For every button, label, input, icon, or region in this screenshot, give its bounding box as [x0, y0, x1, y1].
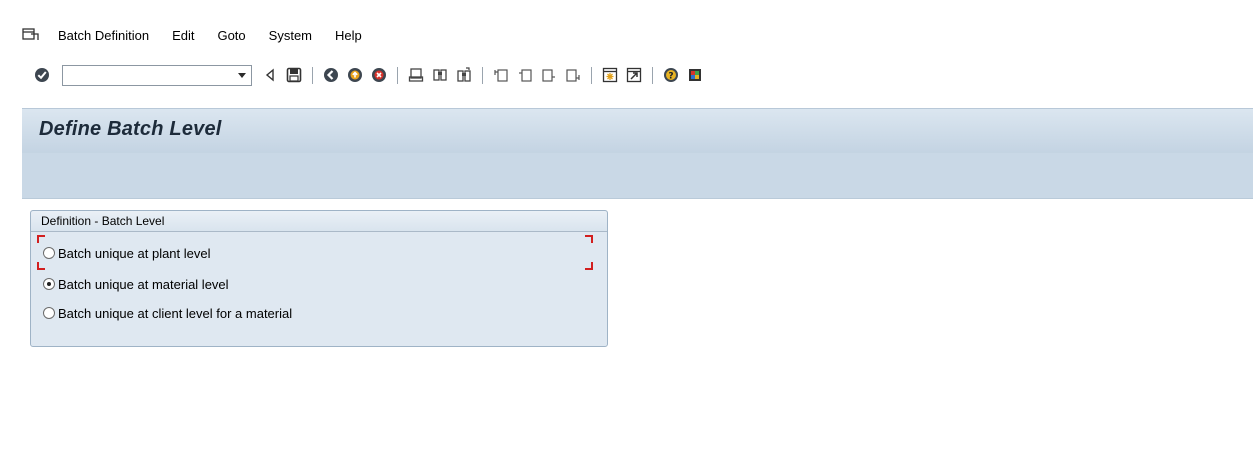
- help-icon[interactable]: ?: [661, 65, 681, 85]
- print-icon[interactable]: [406, 65, 426, 85]
- toolbar-separator: [312, 66, 313, 84]
- toolbar-separator: [482, 66, 483, 84]
- application-toolbar: [22, 153, 1253, 199]
- focus-corner-marker: [585, 235, 593, 243]
- menu-help[interactable]: Help: [335, 28, 362, 43]
- customize-layout-icon[interactable]: [685, 65, 705, 85]
- save-icon[interactable]: [284, 65, 304, 85]
- focus-corner-marker: [585, 262, 593, 270]
- menu-system[interactable]: System: [269, 28, 312, 43]
- radio-client-level[interactable]: [43, 307, 55, 319]
- option-label: Batch unique at client level for a mater…: [58, 305, 293, 321]
- shortcut-icon[interactable]: [624, 65, 644, 85]
- menu-goto[interactable]: Goto: [217, 28, 245, 43]
- batch-level-group: Definition - Batch Level Batch unique at…: [30, 210, 608, 347]
- standard-toolbar: ?: [8, 62, 1253, 88]
- enter-icon[interactable]: [32, 65, 52, 85]
- toolbar-separator: [397, 66, 398, 84]
- option-client-level[interactable]: Batch unique at client level for a mater…: [43, 302, 292, 324]
- radio-material-level[interactable]: [43, 278, 55, 290]
- create-session-icon[interactable]: [600, 65, 620, 85]
- command-field[interactable]: [62, 64, 252, 86]
- toolbar-separator: [591, 66, 592, 84]
- back-arrow-icon[interactable]: [260, 65, 280, 85]
- menu-edit[interactable]: Edit: [172, 28, 194, 43]
- radio-plant-level[interactable]: [43, 247, 55, 259]
- group-title: Definition - Batch Level: [31, 211, 607, 232]
- last-page-icon[interactable]: [563, 65, 583, 85]
- option-label: Batch unique at material level: [58, 276, 229, 292]
- page-title: Define Batch Level: [39, 118, 222, 140]
- option-plant-level[interactable]: Batch unique at plant level: [43, 242, 211, 264]
- back-icon[interactable]: [321, 65, 341, 85]
- sap-window: Batch Definition Edit Goto System Help ?…: [8, 0, 1253, 460]
- find-next-icon[interactable]: [454, 65, 474, 85]
- menu-toggle-icon[interactable]: [22, 28, 40, 42]
- option-material-level[interactable]: Batch unique at material level: [43, 273, 229, 295]
- command-input[interactable]: [65, 66, 229, 86]
- next-page-icon[interactable]: [539, 65, 559, 85]
- svg-text:?: ?: [668, 72, 673, 82]
- menu-batch-definition[interactable]: Batch Definition: [58, 28, 149, 43]
- exit-icon[interactable]: [345, 65, 365, 85]
- cancel-icon[interactable]: [369, 65, 389, 85]
- option-label: Batch unique at plant level: [58, 245, 211, 261]
- toolbar-separator: [652, 66, 653, 84]
- menu-bar: Batch Definition Edit Goto System Help: [8, 22, 1253, 48]
- chevron-down-icon[interactable]: [238, 72, 246, 78]
- previous-page-icon[interactable]: [515, 65, 535, 85]
- find-icon[interactable]: [430, 65, 450, 85]
- first-page-icon[interactable]: [491, 65, 511, 85]
- screen-title-bar: Define Batch Level: [22, 108, 1253, 154]
